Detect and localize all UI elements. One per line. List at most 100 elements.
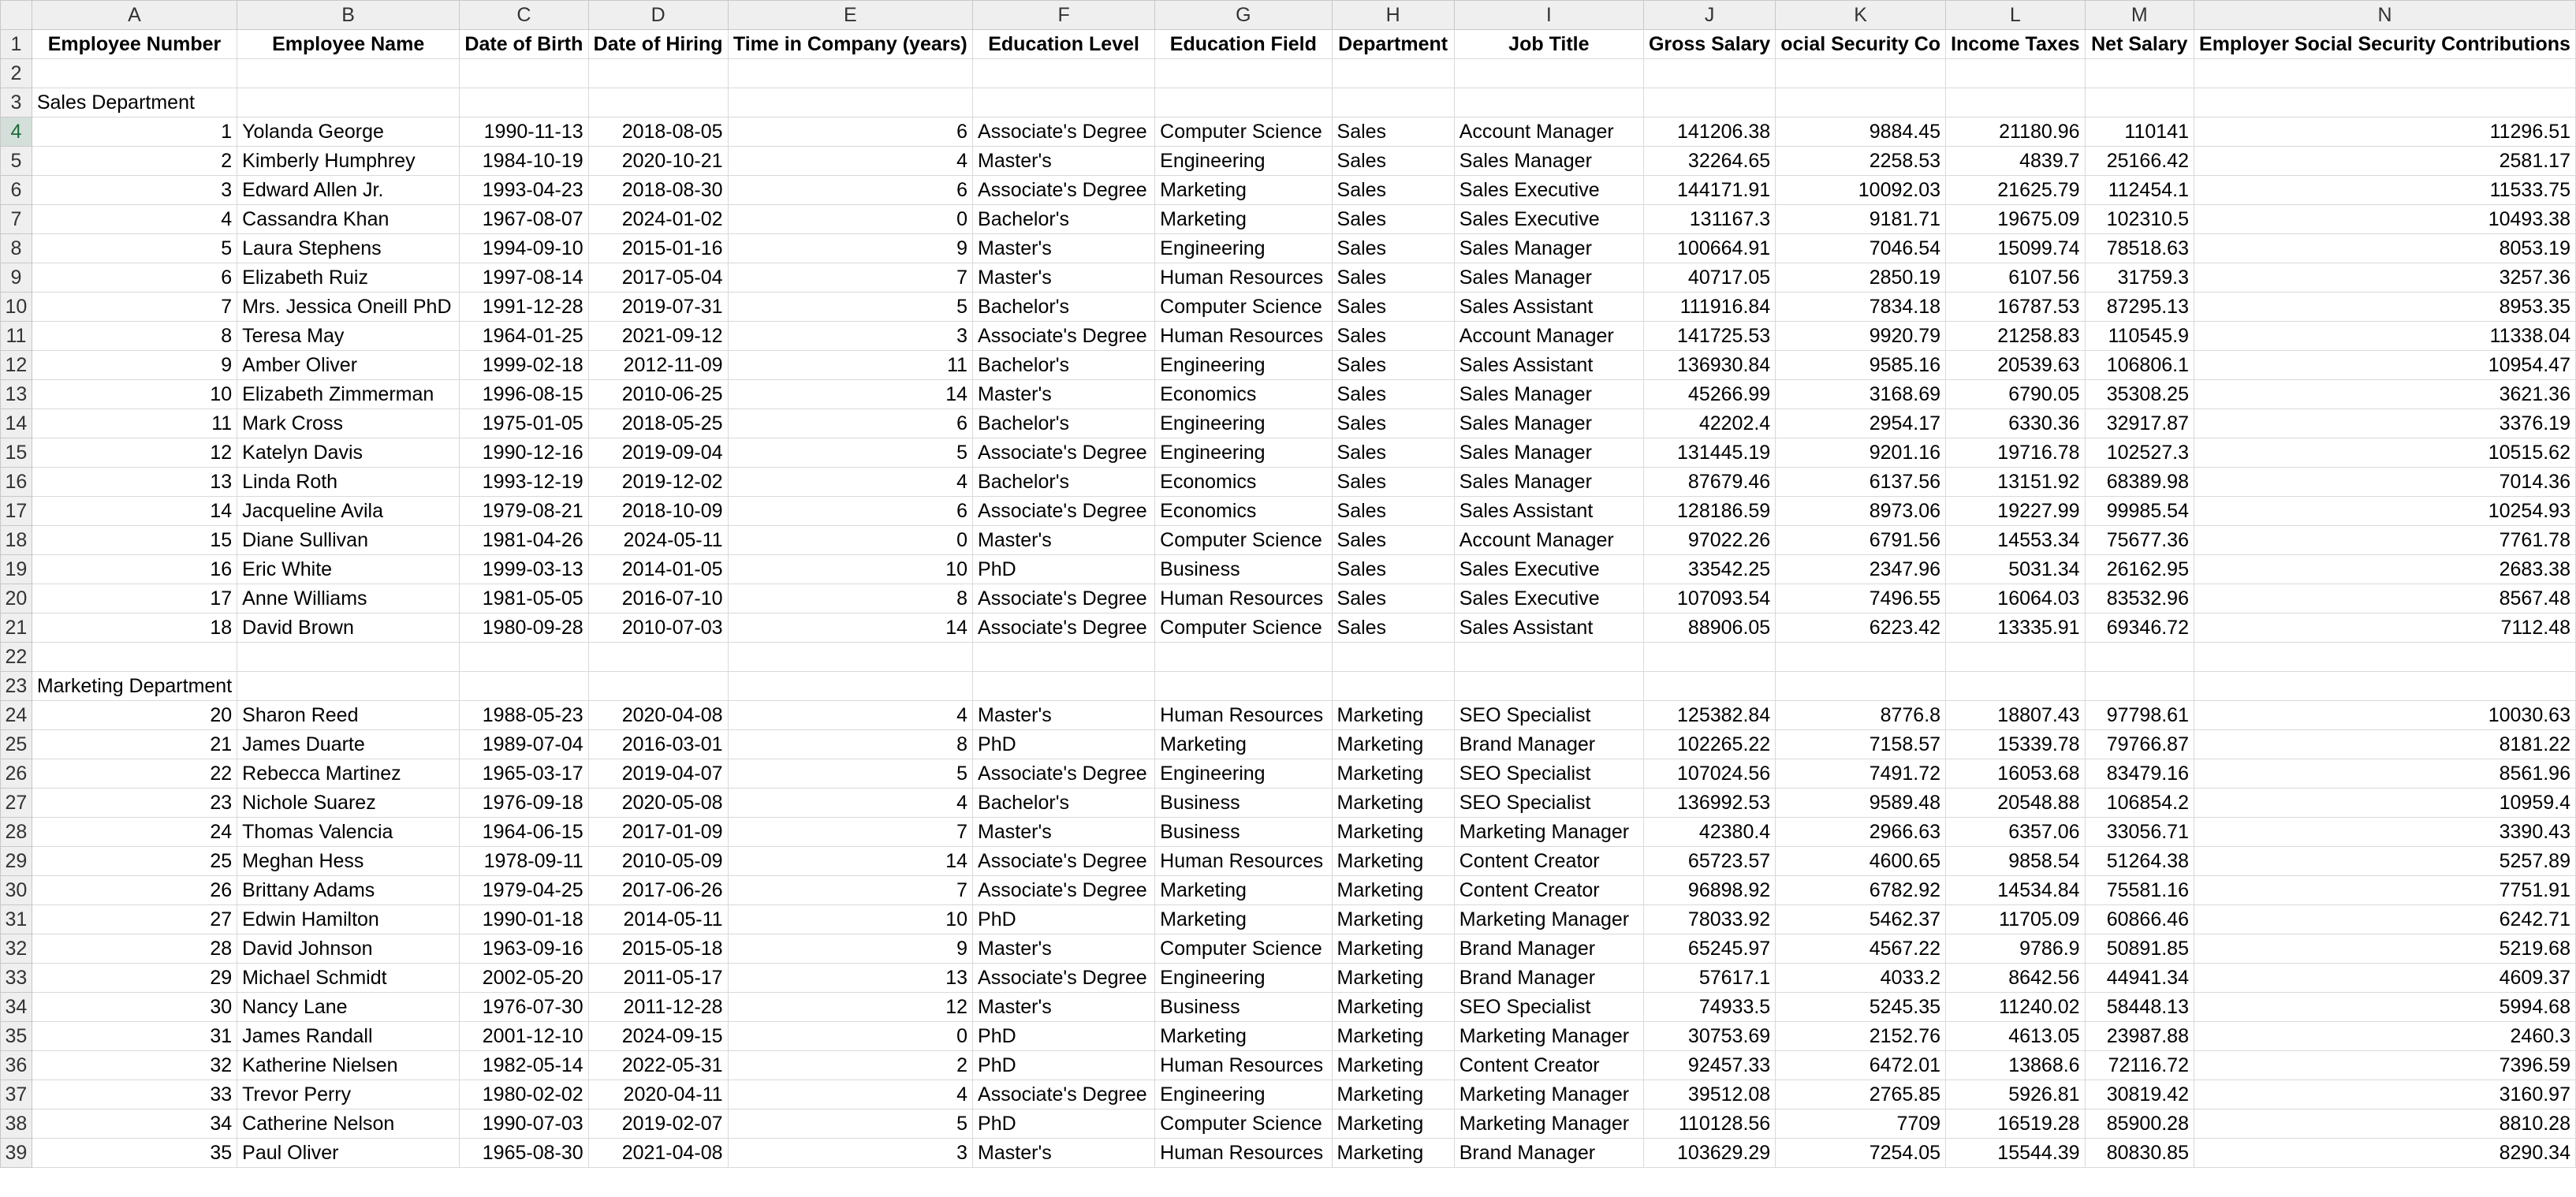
cell-k[interactable]: 4600.65 <box>1775 846 1947 876</box>
header-cell[interactable]: Time in Company (years) <box>727 29 974 59</box>
cell-b[interactable]: Cassandra Khan <box>237 204 460 234</box>
cell-k[interactable]: 2966.63 <box>1775 817 1947 847</box>
cell-f[interactable]: Master's <box>972 817 1156 847</box>
cell-a[interactable]: 29 <box>31 963 238 993</box>
cell-c[interactable]: 1989-07-04 <box>459 729 589 759</box>
cell-a[interactable]: 28 <box>31 934 238 964</box>
cell-l[interactable]: 21180.96 <box>1945 117 2086 147</box>
cell-f[interactable]: Master's <box>972 700 1156 730</box>
empty-cell[interactable] <box>2193 671 2576 701</box>
cell-n[interactable]: 6242.71 <box>2193 904 2576 934</box>
empty-cell[interactable] <box>1642 58 1776 88</box>
cell-n[interactable]: 2460.3 <box>2193 1021 2576 1051</box>
cell-i[interactable]: Sales Manager <box>1453 263 1644 293</box>
cell-h[interactable]: Sales <box>1331 117 1455 147</box>
cell-j[interactable]: 141725.53 <box>1642 321 1776 351</box>
column-header-e[interactable]: E <box>727 0 974 30</box>
empty-cell[interactable] <box>459 671 589 701</box>
cell-e[interactable]: 6 <box>727 408 974 438</box>
row-header[interactable]: 14 <box>0 408 32 438</box>
cell-e[interactable]: 4 <box>727 1080 974 1109</box>
cell-i[interactable]: Sales Assistant <box>1453 292 1644 322</box>
cell-n[interactable]: 2581.17 <box>2193 146 2576 176</box>
cell-a[interactable]: 4 <box>31 204 238 234</box>
cell-c[interactable]: 1994-09-10 <box>459 233 589 263</box>
row-header[interactable]: 22 <box>0 642 32 672</box>
cell-e[interactable]: 11 <box>727 350 974 380</box>
cell-n[interactable]: 8567.48 <box>2193 584 2576 613</box>
cell-i[interactable]: Sales Manager <box>1453 233 1644 263</box>
row-header[interactable]: 18 <box>0 525 32 555</box>
cell-b[interactable]: Mrs. Jessica Oneill PhD <box>237 292 460 322</box>
cell-k[interactable]: 2152.76 <box>1775 1021 1947 1051</box>
header-cell[interactable]: Employee Number <box>31 29 238 59</box>
empty-cell[interactable] <box>459 642 589 672</box>
empty-cell[interactable] <box>972 88 1156 117</box>
cell-e[interactable]: 5 <box>727 1109 974 1139</box>
cell-k[interactable]: 4567.22 <box>1775 934 1947 964</box>
cell-j[interactable]: 30753.69 <box>1642 1021 1776 1051</box>
cell-l[interactable]: 14553.34 <box>1945 525 2086 555</box>
empty-cell[interactable] <box>237 642 460 672</box>
cell-d[interactable]: 2014-05-11 <box>587 904 729 934</box>
row-header[interactable]: 7 <box>0 204 32 234</box>
cell-c[interactable]: 1981-04-26 <box>459 525 589 555</box>
cell-b[interactable]: David Johnson <box>237 934 460 964</box>
cell-c[interactable]: 1965-03-17 <box>459 759 589 789</box>
cell-f[interactable]: Bachelor's <box>972 350 1156 380</box>
cell-a[interactable]: 33 <box>31 1080 238 1109</box>
cell-b[interactable]: Edward Allen Jr. <box>237 175 460 205</box>
cell-f[interactable]: Bachelor's <box>972 408 1156 438</box>
cell-a[interactable]: 3 <box>31 175 238 205</box>
header-cell[interactable]: Employer Social Security Contributions <box>2193 29 2576 59</box>
row-header[interactable]: 25 <box>0 729 32 759</box>
cell-i[interactable]: Sales Assistant <box>1453 496 1644 526</box>
cell-e[interactable]: 5 <box>727 292 974 322</box>
cell-c[interactable]: 1964-01-25 <box>459 321 589 351</box>
cell-m[interactable]: 79766.87 <box>2084 729 2194 759</box>
cell-d[interactable]: 2011-12-28 <box>587 992 729 1022</box>
cell-j[interactable]: 74933.5 <box>1642 992 1776 1022</box>
cell-f[interactable]: Bachelor's <box>972 204 1156 234</box>
cell-h[interactable]: Marketing <box>1331 992 1455 1022</box>
cell-g[interactable]: Engineering <box>1154 759 1333 789</box>
cell-j[interactable]: 65245.97 <box>1642 934 1776 964</box>
cell-h[interactable]: Sales <box>1331 292 1455 322</box>
cell-i[interactable]: SEO Specialist <box>1453 759 1644 789</box>
row-header[interactable]: 21 <box>0 613 32 643</box>
cell-l[interactable]: 16519.28 <box>1945 1109 2086 1139</box>
cell-k[interactable]: 6472.01 <box>1775 1050 1947 1080</box>
row-header[interactable]: 6 <box>0 175 32 205</box>
cell-h[interactable]: Marketing <box>1331 846 1455 876</box>
cell-d[interactable]: 2024-09-15 <box>587 1021 729 1051</box>
cell-n[interactable]: 8561.96 <box>2193 759 2576 789</box>
row-header[interactable]: 33 <box>0 963 32 993</box>
row-header[interactable]: 2 <box>0 58 32 88</box>
cell-k[interactable]: 3168.69 <box>1775 379 1947 409</box>
cell-h[interactable]: Sales <box>1331 350 1455 380</box>
empty-cell[interactable] <box>2193 642 2576 672</box>
empty-cell[interactable] <box>1642 671 1776 701</box>
cell-l[interactable]: 13335.91 <box>1945 613 2086 643</box>
cell-h[interactable]: Marketing <box>1331 934 1455 964</box>
cell-d[interactable]: 2021-09-12 <box>587 321 729 351</box>
cell-h[interactable]: Marketing <box>1331 1080 1455 1109</box>
cell-j[interactable]: 45266.99 <box>1642 379 1776 409</box>
cell-a[interactable]: 9 <box>31 350 238 380</box>
empty-cell[interactable] <box>2084 58 2194 88</box>
row-header[interactable]: 29 <box>0 846 32 876</box>
cell-l[interactable]: 20539.63 <box>1945 350 2086 380</box>
cell-i[interactable]: Marketing Manager <box>1453 904 1644 934</box>
cell-k[interactable]: 6137.56 <box>1775 467 1947 497</box>
cell-k[interactable]: 7254.05 <box>1775 1138 1947 1168</box>
cell-j[interactable]: 57617.1 <box>1642 963 1776 993</box>
cell-e[interactable]: 5 <box>727 759 974 789</box>
header-cell[interactable]: Date of Birth <box>459 29 589 59</box>
cell-j[interactable]: 131445.19 <box>1642 438 1776 468</box>
cell-h[interactable]: Sales <box>1331 204 1455 234</box>
cell-b[interactable]: Elizabeth Zimmerman <box>237 379 460 409</box>
cell-j[interactable]: 125382.84 <box>1642 700 1776 730</box>
cell-d[interactable]: 2018-08-30 <box>587 175 729 205</box>
cell-d[interactable]: 2014-01-05 <box>587 554 729 584</box>
empty-cell[interactable] <box>1331 88 1455 117</box>
